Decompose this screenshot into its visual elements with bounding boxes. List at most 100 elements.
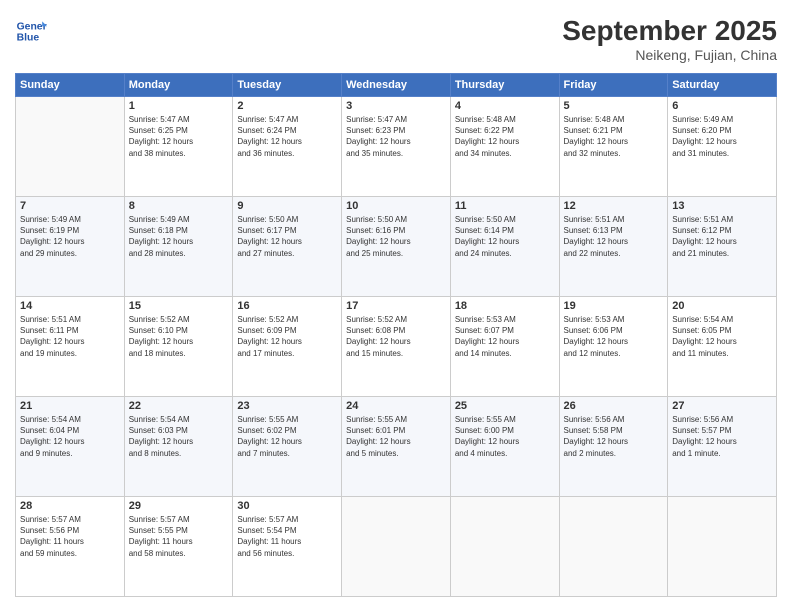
calendar-week-row: 1Sunrise: 5:47 AM Sunset: 6:25 PM Daylig… [16,97,777,197]
table-row: 13 Sunrise: 5:51 AM Sunset: 6:12 PM Dayli… [668,197,777,297]
table-row: 28 Sunrise: 5:57 AM Sunset: 5:56 PM Dayli… [16,497,125,597]
day-number: 21 [20,400,120,412]
table-row [668,497,777,597]
day-number: 28 [20,500,120,512]
title-block: September 2025 Neikeng, Fujian, China [562,15,777,63]
day-number: 14 [20,300,120,312]
col-wednesday: Wednesday [342,74,451,97]
day-number: 6 [672,100,772,112]
table-row: 19 Sunrise: 5:53 AM Sunset: 6:06 PM Dayli… [559,297,668,397]
day-number: 2 [237,100,337,112]
day-number: 13 [672,200,772,212]
day-number: 29 [129,500,229,512]
day-details: Sunrise: 5:54 AM Sunset: 6:03 PM Dayligh… [129,414,229,459]
day-number: 20 [672,300,772,312]
day-details: Sunrise: 5:51 AM Sunset: 6:11 PM Dayligh… [20,314,120,359]
day-number: 7 [20,200,120,212]
day-number: 18 [455,300,555,312]
day-number: 4 [455,100,555,112]
calendar-week-row: 14 Sunrise: 5:51 AM Sunset: 6:11 PM Dayli… [16,297,777,397]
table-row [342,497,451,597]
table-row [16,97,125,197]
day-details: Sunrise: 5:50 AM Sunset: 6:17 PM Dayligh… [237,214,337,259]
col-saturday: Saturday [668,74,777,97]
table-row: 23 Sunrise: 5:55 AM Sunset: 6:02 PM Dayli… [233,397,342,497]
day-details: Sunrise: 5:50 AM Sunset: 6:16 PM Dayligh… [346,214,446,259]
calendar-week-row: 28 Sunrise: 5:57 AM Sunset: 5:56 PM Dayli… [16,497,777,597]
day-details: Sunrise: 5:48 AM Sunset: 6:22 PM Dayligh… [455,114,555,159]
day-details: Sunrise: 5:49 AM Sunset: 6:20 PM Dayligh… [672,114,772,159]
day-details: Sunrise: 5:49 AM Sunset: 6:18 PM Dayligh… [129,214,229,259]
day-details: Sunrise: 5:55 AM Sunset: 6:02 PM Dayligh… [237,414,337,459]
logo: General Blue [15,15,47,47]
table-row: 6 Sunrise: 5:49 AM Sunset: 6:20 PM Daylig… [668,97,777,197]
day-number: 11 [455,200,555,212]
col-tuesday: Tuesday [233,74,342,97]
table-row: 14 Sunrise: 5:51 AM Sunset: 6:11 PM Dayli… [16,297,125,397]
day-number: 22 [129,400,229,412]
table-row: 26 Sunrise: 5:56 AM Sunset: 5:58 PM Dayli… [559,397,668,497]
day-number: 5 [564,100,664,112]
day-details: Sunrise: 5:57 AM Sunset: 5:56 PM Dayligh… [20,514,120,559]
page-title: September 2025 [562,15,777,47]
table-row: 17Sunrise: 5:52 AM Sunset: 6:08 PM Dayli… [342,297,451,397]
day-details: Sunrise: 5:56 AM Sunset: 5:58 PM Dayligh… [564,414,664,459]
day-number: 19 [564,300,664,312]
table-row: 4 Sunrise: 5:48 AM Sunset: 6:22 PM Daylig… [450,97,559,197]
table-row: 25 Sunrise: 5:55 AM Sunset: 6:00 PM Dayli… [450,397,559,497]
calendar-week-row: 21 Sunrise: 5:54 AM Sunset: 6:04 PM Dayli… [16,397,777,497]
col-friday: Friday [559,74,668,97]
day-number: 16 [237,300,337,312]
col-monday: Monday [124,74,233,97]
col-thursday: Thursday [450,74,559,97]
col-sunday: Sunday [16,74,125,97]
table-row: 10 Sunrise: 5:50 AM Sunset: 6:16 PM Dayli… [342,197,451,297]
svg-text:Blue: Blue [17,33,40,44]
table-row: 5 Sunrise: 5:48 AM Sunset: 6:21 PM Daylig… [559,97,668,197]
logo-icon: General Blue [15,15,47,47]
day-number: 24 [346,400,446,412]
day-number: 23 [237,400,337,412]
day-details: Sunrise: 5:56 AM Sunset: 5:57 PM Dayligh… [672,414,772,459]
day-details: Sunrise: 5:55 AM Sunset: 6:00 PM Dayligh… [455,414,555,459]
table-row: 29 Sunrise: 5:57 AM Sunset: 5:55 PM Dayli… [124,497,233,597]
table-row [450,497,559,597]
day-number: 27 [672,400,772,412]
table-row: 3Sunrise: 5:47 AM Sunset: 6:23 PM Daylig… [342,97,451,197]
table-row [559,497,668,597]
table-row: 15 Sunrise: 5:52 AM Sunset: 6:10 PM Dayli… [124,297,233,397]
table-row: 22 Sunrise: 5:54 AM Sunset: 6:03 PM Dayli… [124,397,233,497]
calendar-header-row: Sunday Monday Tuesday Wednesday Thursday… [16,74,777,97]
day-number: 30 [237,500,337,512]
calendar-table: Sunday Monday Tuesday Wednesday Thursday… [15,73,777,597]
day-details: Sunrise: 5:54 AM Sunset: 6:04 PM Dayligh… [20,414,120,459]
day-number: 9 [237,200,337,212]
table-row: 7 Sunrise: 5:49 AM Sunset: 6:19 PM Daylig… [16,197,125,297]
table-row: 2Sunrise: 5:47 AM Sunset: 6:24 PM Daylig… [233,97,342,197]
page: General Blue September 2025 Neikeng, Fuj… [0,0,792,612]
header: General Blue September 2025 Neikeng, Fuj… [15,15,777,63]
day-details: Sunrise: 5:54 AM Sunset: 6:05 PM Dayligh… [672,314,772,359]
day-details: Sunrise: 5:51 AM Sunset: 6:13 PM Dayligh… [564,214,664,259]
day-number: 10 [346,200,446,212]
day-details: Sunrise: 5:49 AM Sunset: 6:19 PM Dayligh… [20,214,120,259]
day-details: Sunrise: 5:52 AM Sunset: 6:09 PM Dayligh… [237,314,337,359]
page-subtitle: Neikeng, Fujian, China [562,47,777,63]
day-details: Sunrise: 5:48 AM Sunset: 6:21 PM Dayligh… [564,114,664,159]
table-row: 24 Sunrise: 5:55 AM Sunset: 6:01 PM Dayli… [342,397,451,497]
day-details: Sunrise: 5:50 AM Sunset: 6:14 PM Dayligh… [455,214,555,259]
day-number: 12 [564,200,664,212]
day-number: 26 [564,400,664,412]
day-number: 15 [129,300,229,312]
day-details: Sunrise: 5:53 AM Sunset: 6:06 PM Dayligh… [564,314,664,359]
day-details: Sunrise: 5:57 AM Sunset: 5:55 PM Dayligh… [129,514,229,559]
day-number: 25 [455,400,555,412]
table-row: 30Sunrise: 5:57 AM Sunset: 5:54 PM Dayli… [233,497,342,597]
day-details: Sunrise: 5:55 AM Sunset: 6:01 PM Dayligh… [346,414,446,459]
table-row: 27 Sunrise: 5:56 AM Sunset: 5:57 PM Dayli… [668,397,777,497]
table-row: 9 Sunrise: 5:50 AM Sunset: 6:17 PM Daylig… [233,197,342,297]
day-number: 17 [346,300,446,312]
day-details: Sunrise: 5:52 AM Sunset: 6:10 PM Dayligh… [129,314,229,359]
day-details: Sunrise: 5:51 AM Sunset: 6:12 PM Dayligh… [672,214,772,259]
table-row: 8Sunrise: 5:49 AM Sunset: 6:18 PM Daylig… [124,197,233,297]
